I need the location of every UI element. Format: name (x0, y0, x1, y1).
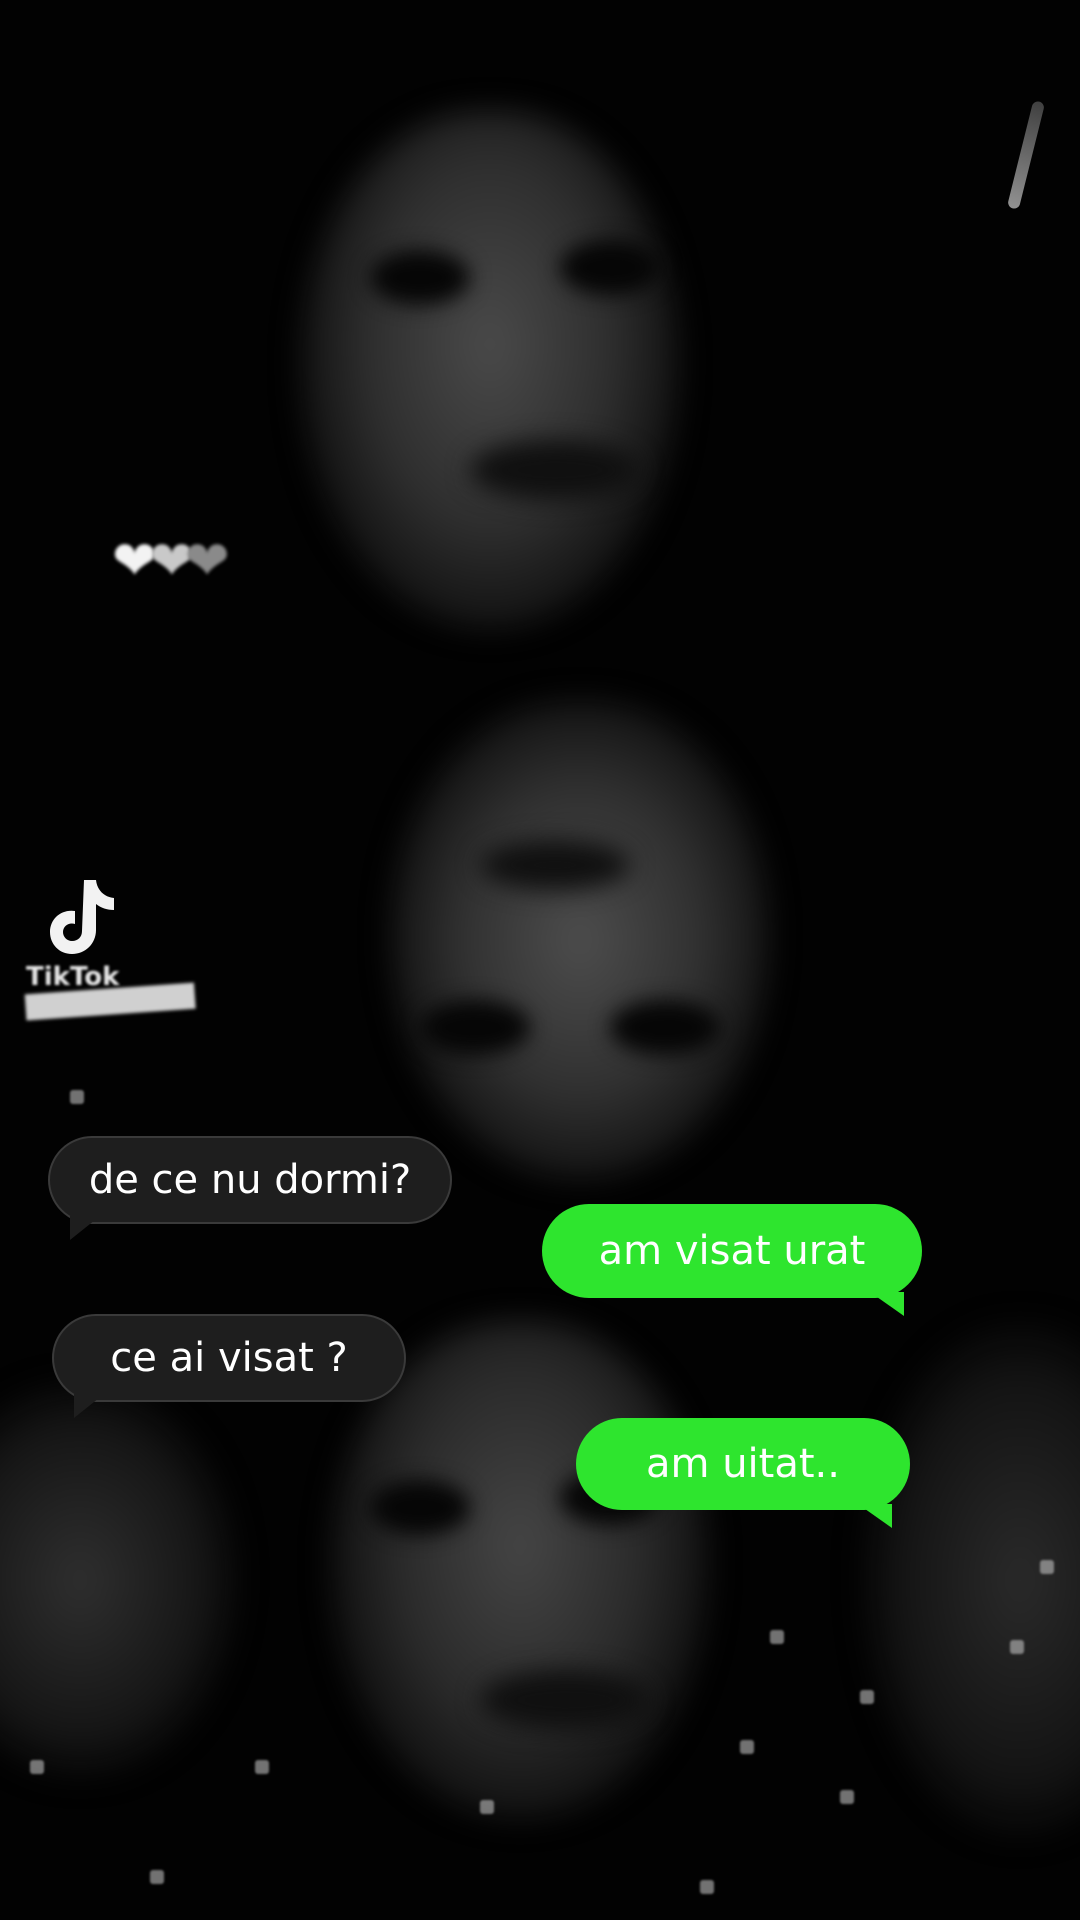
tiktok-watermark: TikTok ██████████ (25, 876, 286, 1021)
dark-heart-icon: ❤ (184, 529, 230, 592)
eye-shadow (420, 1000, 530, 1055)
message-text: de ce nu dormi? (88, 1157, 412, 1203)
light-streak (1006, 100, 1046, 210)
sparkle (480, 1800, 494, 1814)
eye-shadow (370, 1480, 470, 1535)
chat-bubble-outgoing: am uitat.. (576, 1418, 910, 1528)
bubble-tail (858, 1504, 892, 1528)
bubble-tail (70, 1216, 100, 1240)
sparkle (700, 1880, 714, 1894)
bubble-tail (870, 1292, 904, 1316)
blurred-face-top (300, 110, 680, 630)
sparkle (70, 1090, 84, 1104)
eye-shadow (370, 250, 470, 305)
blurred-face-bottom (330, 1320, 710, 1820)
sparkle (860, 1690, 874, 1704)
chat-bubble-outgoing: am visat urat (542, 1204, 922, 1316)
sparkle (1040, 1560, 1054, 1574)
mouth-shadow (470, 440, 640, 500)
tiktok-logo-icon (50, 880, 114, 954)
message-text: am uitat.. (646, 1441, 840, 1487)
eye-shadow (610, 1000, 720, 1055)
blurred-shape-right (860, 1320, 1080, 1840)
sparkle (30, 1760, 44, 1774)
sparkle (840, 1790, 854, 1804)
sparkle (770, 1630, 784, 1644)
sparkle (255, 1760, 269, 1774)
blurred-face-middle (390, 700, 770, 1180)
hearts-decoration: ❤ ❤ ❤ (112, 534, 230, 588)
sparkle (740, 1740, 754, 1754)
mouth-shadow (480, 840, 630, 890)
bubble-tail (74, 1394, 104, 1418)
chat-bubble-incoming: de ce nu dormi? (48, 1136, 452, 1240)
eye-shadow (560, 240, 660, 295)
sparkle (150, 1870, 164, 1884)
message-text: ce ai visat ? (110, 1335, 348, 1381)
sparkle (1010, 1640, 1024, 1654)
chat-bubble-incoming: ce ai visat ? (52, 1314, 406, 1418)
message-text: am visat urat (598, 1228, 866, 1274)
mouth-shadow (480, 1670, 650, 1730)
blurred-shape-left (0, 1380, 240, 1780)
